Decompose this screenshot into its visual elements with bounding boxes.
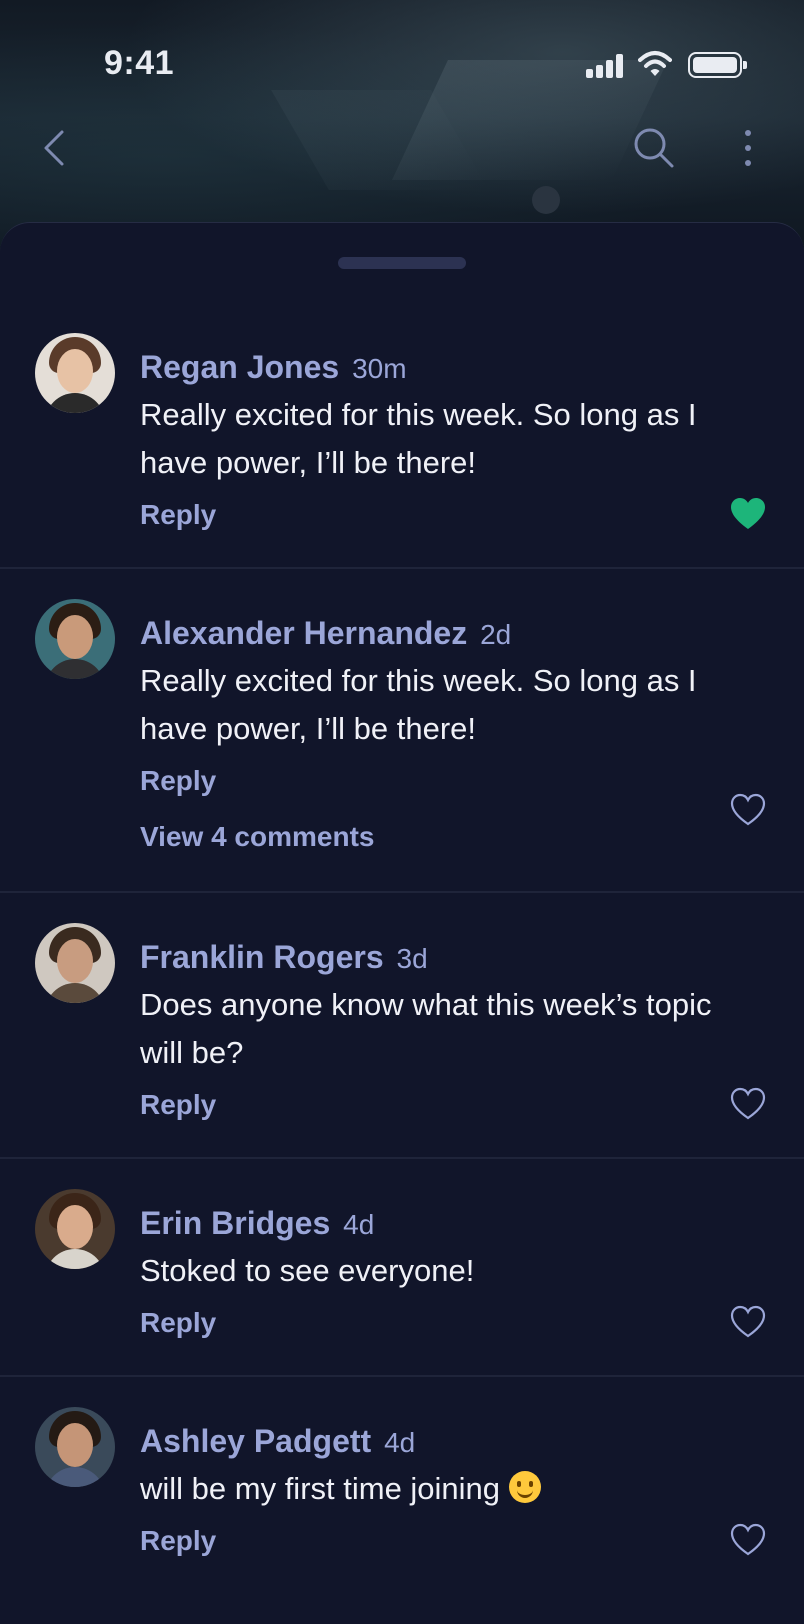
- comment-text: Does anyone know what this week’s topic …: [140, 987, 712, 1070]
- heart-outline-icon[interactable]: [730, 793, 766, 827]
- status-bar: 9:41: [0, 0, 804, 130]
- avatar[interactable]: [35, 599, 115, 679]
- status-time: 9:41: [104, 44, 175, 82]
- comment-author[interactable]: Regan Jones: [140, 349, 339, 385]
- smiling-face-emoji-icon: [508, 1471, 541, 1503]
- comment-item: Erin Bridges 4d Stoked to see everyone! …: [0, 1159, 804, 1377]
- view-replies-link[interactable]: View 4 comments: [140, 821, 374, 853]
- comment-time: 4d: [343, 1209, 375, 1240]
- comment-item: Regan Jones 30m Really excited for this …: [0, 303, 804, 569]
- search-icon: [634, 128, 674, 168]
- comment-time: 30m: [352, 353, 407, 384]
- comment-time: 2d: [480, 619, 512, 650]
- comment-item: Alexander Hernandez 2d Really excited fo…: [0, 569, 804, 893]
- comment-time: 4d: [384, 1427, 416, 1458]
- comment-text: will be my first time joining: [140, 1465, 760, 1513]
- avatar[interactable]: [35, 923, 115, 1003]
- cellular-signal-icon: [586, 54, 626, 78]
- comment-time: 3d: [396, 943, 428, 974]
- reply-button[interactable]: Reply: [140, 1525, 216, 1557]
- comment-header: Franklin Rogers 3d: [140, 939, 428, 976]
- comment-text: Really excited for this week. So long as…: [140, 663, 697, 746]
- search-button[interactable]: [626, 120, 682, 176]
- heart-outline-icon[interactable]: [730, 1305, 766, 1339]
- comment-author[interactable]: Franklin Rogers: [140, 939, 384, 975]
- comments-sheet: Regan Jones 30m Really excited for this …: [0, 222, 804, 1624]
- comment-text: Stoked to see everyone!: [140, 1253, 475, 1288]
- comment-text-content: will be my first time joining: [140, 1471, 501, 1506]
- avatar[interactable]: [35, 333, 115, 413]
- comment-header: Alexander Hernandez 2d: [140, 615, 511, 652]
- comment-author[interactable]: Erin Bridges: [140, 1205, 330, 1241]
- heart-outline-icon[interactable]: [730, 1087, 766, 1121]
- back-button[interactable]: [32, 120, 76, 176]
- reply-button[interactable]: Reply: [140, 765, 216, 797]
- heart-filled-icon[interactable]: [730, 497, 766, 531]
- back-icon: [44, 130, 64, 166]
- avatar[interactable]: [35, 1407, 115, 1487]
- comment-author[interactable]: Ashley Padgett: [140, 1423, 371, 1459]
- comment-author[interactable]: Alexander Hernandez: [140, 615, 467, 651]
- reply-button[interactable]: Reply: [140, 1307, 216, 1339]
- comment-header: Ashley Padgett 4d: [140, 1423, 415, 1460]
- comment-header: Erin Bridges 4d: [140, 1205, 374, 1242]
- comment-item: Ashley Padgett 4d will be my first time …: [0, 1377, 804, 1595]
- heart-outline-icon[interactable]: [730, 1523, 766, 1557]
- battery-icon: [688, 52, 747, 78]
- comment-text: Really excited for this week. So long as…: [140, 397, 697, 480]
- wifi-icon: [638, 51, 672, 76]
- reply-button[interactable]: Reply: [140, 499, 216, 531]
- avatar[interactable]: [35, 1189, 115, 1269]
- reply-button[interactable]: Reply: [140, 1089, 216, 1121]
- comment-header: Regan Jones 30m: [140, 349, 407, 386]
- more-icon: [745, 130, 751, 166]
- more-options-button[interactable]: [726, 120, 770, 176]
- comment-item: Franklin Rogers 3d Does anyone know what…: [0, 893, 804, 1159]
- sheet-drag-handle[interactable]: [338, 257, 466, 269]
